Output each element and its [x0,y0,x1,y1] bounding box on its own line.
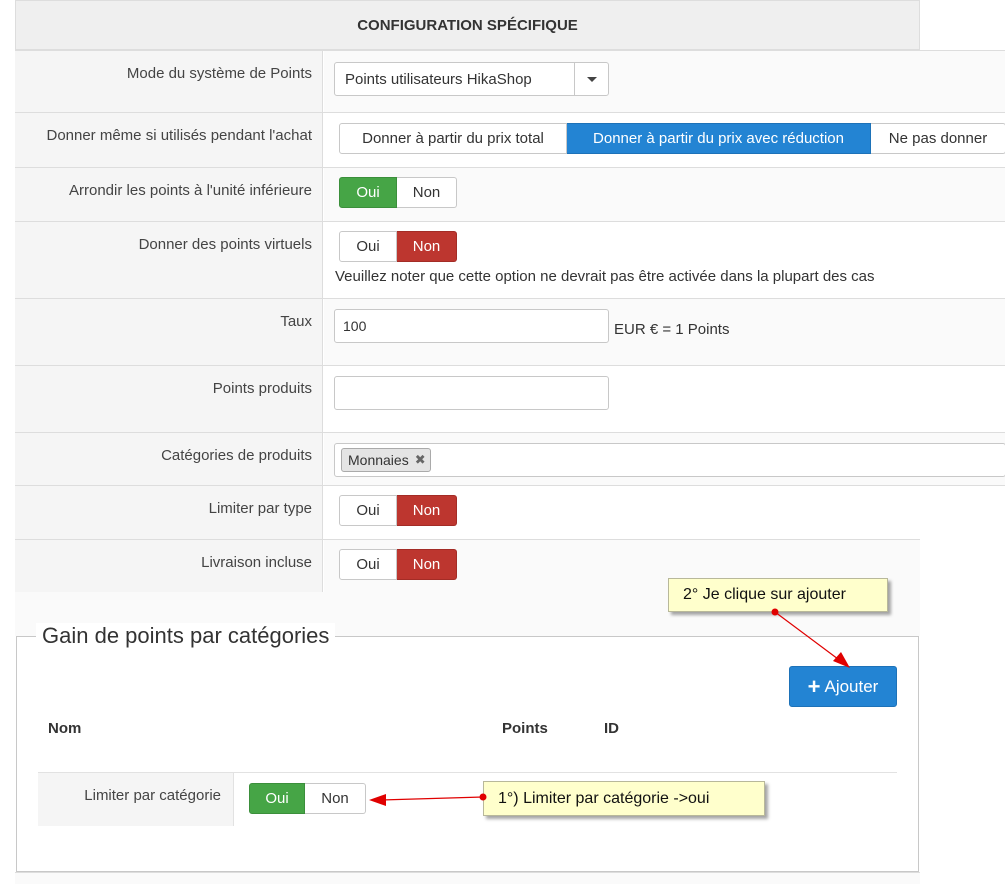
arrow-step1 [369,793,487,806]
annotation-arrows [369,608,850,806]
arrow-step2 [771,608,850,668]
